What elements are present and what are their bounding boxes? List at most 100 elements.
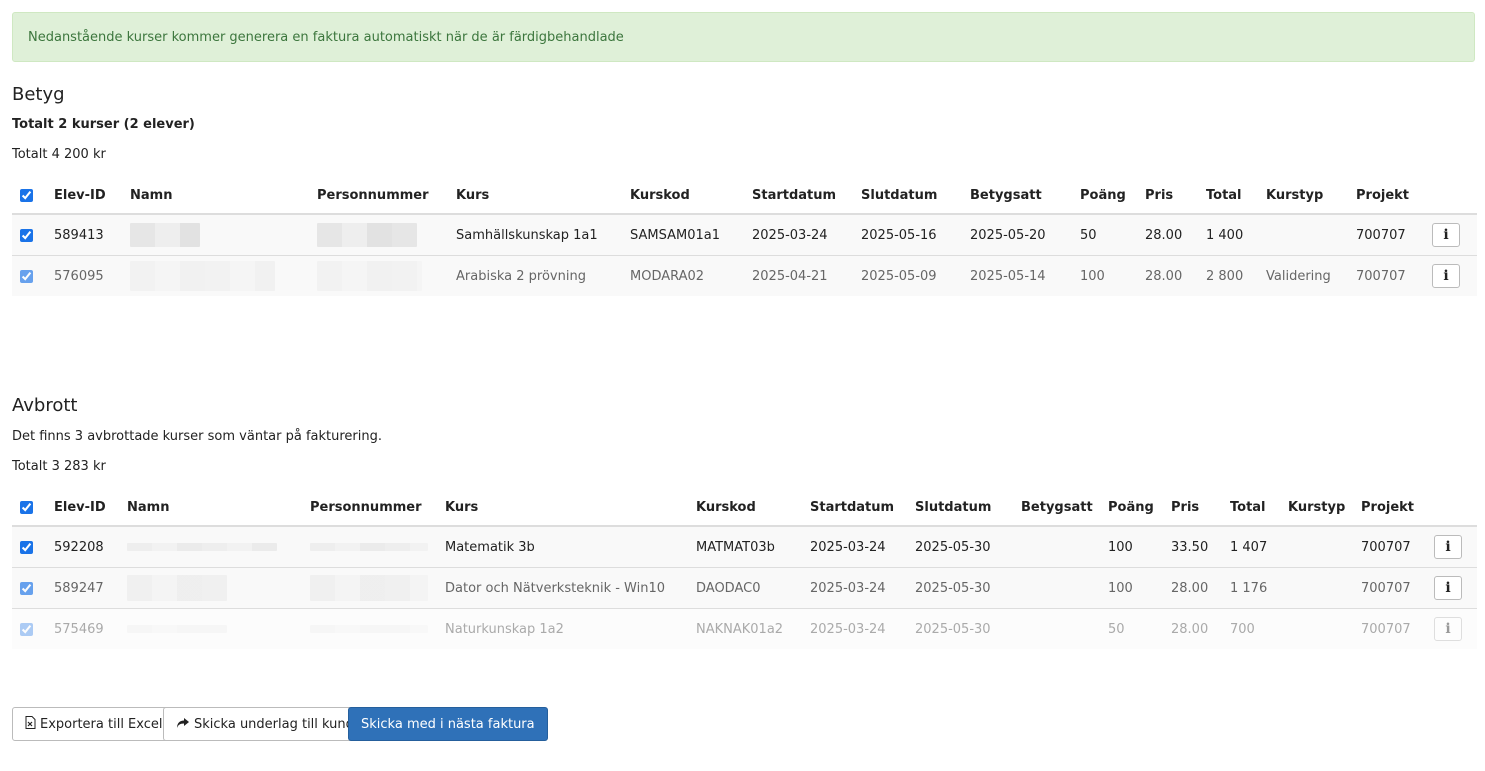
col-header[interactable]: Namn	[126, 177, 313, 215]
row-checkbox[interactable]	[20, 540, 33, 554]
col-header[interactable]: Personnummer	[306, 489, 441, 527]
export-excel-button[interactable]: Exportera till Excel	[12, 707, 176, 741]
kurs: Samhällskunskap 1a1	[452, 213, 626, 256]
row-checkbox[interactable]	[20, 622, 33, 636]
elev-id: 589247	[50, 567, 123, 609]
col-header[interactable]: Kurs	[452, 177, 626, 215]
col-header[interactable]: Startdatum	[748, 177, 857, 215]
table-row: 589247 Dator och Nätverksteknik - Win10 …	[12, 567, 1477, 609]
col-header[interactable]: Kurs	[441, 489, 692, 527]
avbrott-summary: Det finns 3 avbrottade kurser som väntar…	[12, 429, 382, 444]
info-alert: Nedanstående kurser kommer generera en f…	[12, 12, 1475, 62]
col-header[interactable]: Poäng	[1076, 177, 1141, 215]
col-header[interactable]: Poäng	[1104, 489, 1167, 527]
col-header[interactable]: Total	[1202, 177, 1262, 215]
kurs: Dator och Nätverksteknik - Win10	[441, 567, 692, 609]
elev-id: 575469	[50, 608, 123, 649]
startdatum: 2025-03-24	[806, 525, 911, 568]
col-header[interactable]: Kurskod	[692, 489, 806, 527]
row-checkbox[interactable]	[20, 581, 33, 595]
avbrott-total: Totalt 3 283 kr	[12, 459, 106, 474]
projekt: 700707	[1352, 213, 1428, 256]
col-header[interactable]: Kurstyp	[1284, 489, 1357, 527]
table-row: 575469 Naturkunskap 1a2 NAKNAK01a2 2025-…	[12, 608, 1477, 649]
col-header[interactable]: Personnummer	[313, 177, 452, 215]
avbrott-heading: Avbrott	[12, 395, 78, 416]
col-header[interactable]: Elev-ID	[50, 489, 123, 527]
avbrott-table: Elev-ID Namn Personnummer Kurs Kurskod S…	[12, 489, 1477, 649]
table-header-row: Elev-ID Namn Personnummer Kurs Kurskod S…	[12, 489, 1477, 527]
kurstyp	[1284, 608, 1357, 649]
info-icon[interactable]: i	[1434, 617, 1462, 641]
table-header-row: Elev-ID Namn Personnummer Kurs Kurskod S…	[12, 177, 1477, 215]
kurstyp	[1284, 567, 1357, 609]
redacted-personnummer	[310, 625, 428, 633]
total: 700	[1226, 608, 1284, 649]
projekt: 700707	[1357, 525, 1430, 568]
table-row: 592208 Matematik 3b MATMAT03b 2025-03-24…	[12, 525, 1477, 568]
kurstyp	[1262, 213, 1352, 256]
select-all-checkbox[interactable]	[20, 188, 33, 202]
col-header[interactable]: Namn	[123, 489, 306, 527]
slutdatum: 2025-05-30	[911, 608, 1017, 649]
row-checkbox[interactable]	[20, 269, 33, 283]
poang: 50	[1076, 213, 1141, 256]
slutdatum: 2025-05-09	[857, 255, 966, 296]
table-row: 589413 Samhällskunskap 1a1 SAMSAM01a1 20…	[12, 213, 1477, 256]
col-header[interactable]: Kurskod	[626, 177, 748, 215]
alert-text: Nedanstående kurser kommer generera en f…	[28, 30, 624, 45]
col-header[interactable]: Slutdatum	[857, 177, 966, 215]
startdatum: 2025-04-21	[748, 255, 857, 296]
total: 1 176	[1226, 567, 1284, 609]
redacted-name	[127, 625, 227, 633]
col-header[interactable]: Slutdatum	[911, 489, 1017, 527]
elev-id: 589413	[50, 213, 126, 256]
poang: 100	[1076, 255, 1141, 296]
kurstyp: Validering	[1262, 255, 1352, 296]
elev-id: 576095	[50, 255, 126, 296]
col-header[interactable]: Elev-ID	[50, 177, 126, 215]
total: 1 407	[1226, 525, 1284, 568]
poang: 100	[1104, 525, 1167, 568]
redacted-personnummer	[317, 223, 417, 247]
slutdatum: 2025-05-30	[911, 567, 1017, 609]
info-icon[interactable]: i	[1432, 264, 1460, 288]
send-to-customer-button[interactable]: Skicka underlag till kund	[163, 707, 367, 741]
select-all-checkbox[interactable]	[20, 500, 33, 514]
table-row: 576095 Arabiska 2 prövning MODARA02 2025…	[12, 255, 1477, 296]
col-header[interactable]: Pris	[1141, 177, 1202, 215]
info-icon[interactable]: i	[1434, 576, 1462, 600]
kurskod: SAMSAM01a1	[626, 213, 748, 256]
startdatum: 2025-03-24	[806, 567, 911, 609]
send-next-invoice-button[interactable]: Skicka med i nästa faktura	[348, 707, 548, 741]
pris: 28.00	[1167, 608, 1226, 649]
startdatum: 2025-03-24	[748, 213, 857, 256]
kurskod: MATMAT03b	[692, 525, 806, 568]
col-header[interactable]: Total	[1226, 489, 1284, 527]
kurs: Naturkunskap 1a2	[441, 608, 692, 649]
pris: 28.00	[1141, 213, 1202, 256]
col-header[interactable]: Projekt	[1357, 489, 1430, 527]
redacted-name	[130, 223, 200, 247]
kurskod: DAODAC0	[692, 567, 806, 609]
kurskod: NAKNAK01a2	[692, 608, 806, 649]
redacted-personnummer	[310, 575, 428, 601]
col-header[interactable]: Kurstyp	[1262, 177, 1352, 215]
col-header[interactable]: Pris	[1167, 489, 1226, 527]
col-header[interactable]: Betygsatt	[1017, 489, 1104, 527]
kurstyp	[1284, 525, 1357, 568]
col-header[interactable]: Projekt	[1352, 177, 1428, 215]
row-checkbox[interactable]	[20, 228, 33, 242]
total: 1 400	[1202, 213, 1262, 256]
col-header[interactable]: Startdatum	[806, 489, 911, 527]
redacted-name	[130, 261, 275, 291]
info-icon[interactable]: i	[1434, 535, 1462, 559]
send-label: Skicka underlag till kund	[194, 716, 354, 732]
col-header[interactable]: Betygsatt	[966, 177, 1076, 215]
projekt: 700707	[1352, 255, 1428, 296]
info-icon[interactable]: i	[1432, 223, 1460, 247]
projekt: 700707	[1357, 608, 1430, 649]
file-excel-icon	[25, 716, 36, 732]
betygsatt: 2025-05-14	[966, 255, 1076, 296]
betygsatt	[1017, 567, 1104, 609]
